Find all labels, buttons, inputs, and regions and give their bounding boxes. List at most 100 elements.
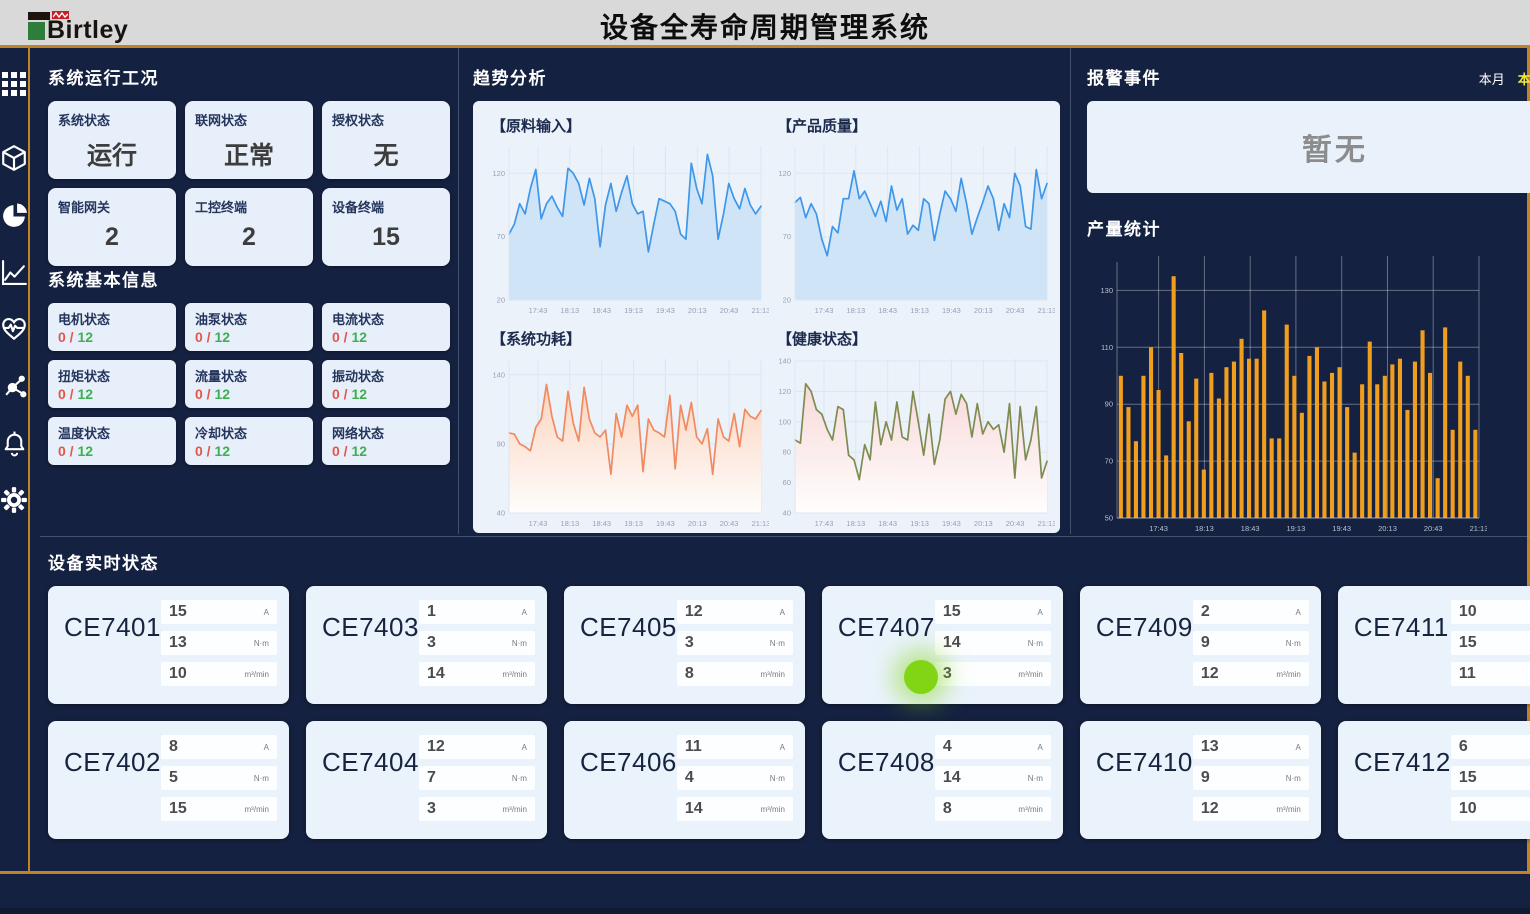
devices-title: 设备实时状态 xyxy=(48,549,1530,574)
device-card[interactable]: CE740611A4N·m14m³/min xyxy=(564,721,805,839)
device-metric-row: 10m³/min xyxy=(1451,797,1530,821)
info-card: 电流状态0 / 12 xyxy=(322,303,450,351)
info-card-value: 0 / 12 xyxy=(58,329,166,345)
device-card[interactable]: CE74031A3N·m14m³/min xyxy=(306,586,547,704)
svg-text:19:43: 19:43 xyxy=(942,519,961,528)
svg-text:19:43: 19:43 xyxy=(942,306,961,315)
trend-charts-container: 【原料输入】 207012017:4318:1318:4319:1319:432… xyxy=(473,101,1060,533)
cube-icon[interactable] xyxy=(0,144,28,172)
svg-text:90: 90 xyxy=(1105,400,1113,409)
svg-text:21:13: 21:13 xyxy=(1038,306,1055,315)
alarm-tab[interactable]: 本月 xyxy=(1479,69,1505,88)
device-metric-row: 12m³/min xyxy=(1193,797,1309,821)
health-status-chart: 【健康状态】 40608010012014017:4318:1318:4319:… xyxy=(769,326,1055,529)
device-card[interactable]: CE74092A9N·m12m³/min xyxy=(1080,586,1321,704)
status-card-value: 运行 xyxy=(58,136,166,172)
device-id: CE7402 xyxy=(64,747,161,829)
main-frame: 系统运行工况 系统状态运行联网状态正常授权状态无智能网关2工控终端2设备终端15… xyxy=(0,48,1530,874)
svg-text:50: 50 xyxy=(1105,514,1113,523)
device-metric-unit: m³/min xyxy=(502,805,526,814)
device-metric-row: 12A xyxy=(677,600,793,624)
device-metric-value: 2 xyxy=(1201,603,1210,621)
device-card[interactable]: CE74126A15N·m10m³/min xyxy=(1338,721,1530,839)
health-status-chart-title: 【健康状态】 xyxy=(777,328,1055,349)
svg-text:120: 120 xyxy=(492,169,505,178)
content-area: 系统运行工况 系统状态运行联网状态正常授权状态无智能网关2工控终端2设备终端15… xyxy=(30,48,1530,871)
device-metric-unit: A xyxy=(1296,743,1301,752)
device-metric-value: 7 xyxy=(427,769,436,787)
heart-pulse-icon[interactable] xyxy=(0,315,28,343)
bell-icon[interactable] xyxy=(0,429,28,457)
status-card-value: 正常 xyxy=(195,136,303,172)
svg-text:20:43: 20:43 xyxy=(1006,306,1025,315)
device-card[interactable]: CE74084A14N·m8m³/min xyxy=(822,721,1063,839)
device-metrics: 12A3N·m8m³/min xyxy=(677,600,793,694)
svg-text:19:43: 19:43 xyxy=(656,306,675,315)
device-metric-row: 4A xyxy=(935,735,1051,759)
svg-text:19:13: 19:13 xyxy=(1287,524,1306,533)
device-metric-value: 3 xyxy=(943,665,952,683)
device-card[interactable]: CE740412A7N·m3m³/min xyxy=(306,721,547,839)
device-metric-value: 3 xyxy=(427,800,436,818)
status-card: 联网状态正常 xyxy=(185,101,313,179)
device-card[interactable]: CE741110A15N·m11m³/min xyxy=(1338,586,1530,704)
device-metric-unit: m³/min xyxy=(760,670,784,679)
device-id: CE7404 xyxy=(322,747,419,829)
device-card[interactable]: CE74028A5N·m15m³/min xyxy=(48,721,289,839)
info-card: 扭矩状态0 / 12 xyxy=(48,360,176,408)
status-card-value: 2 xyxy=(58,223,166,252)
device-metric-row: 15N·m xyxy=(1451,631,1530,655)
svg-text:140: 140 xyxy=(492,370,505,379)
svg-text:90: 90 xyxy=(497,439,505,448)
device-metric-unit: A xyxy=(1038,743,1043,752)
device-metric-unit: m³/min xyxy=(502,670,526,679)
device-metric-value: 8 xyxy=(943,800,952,818)
system-info-grid: 电机状态0 / 12油泵状态0 / 12电流状态0 / 12扭矩状态0 / 12… xyxy=(48,303,450,465)
line-chart-icon[interactable] xyxy=(0,258,28,286)
svg-text:21:13: 21:13 xyxy=(752,306,769,315)
svg-text:20:13: 20:13 xyxy=(974,519,993,528)
device-metrics: 15A14N·m3m³/min xyxy=(935,600,1051,694)
device-metric-unit: m³/min xyxy=(1018,805,1042,814)
device-metric-value: 10 xyxy=(1459,603,1477,621)
svg-text:21:13: 21:13 xyxy=(752,519,769,528)
device-metric-unit: m³/min xyxy=(1276,670,1300,679)
device-metric-value: 1 xyxy=(427,603,436,621)
device-id: CE7403 xyxy=(322,612,419,694)
gear-icon[interactable] xyxy=(0,486,28,514)
device-card[interactable]: CE741013A9N·m12m³/min xyxy=(1080,721,1321,839)
device-card[interactable]: CE740115A13N·m10m³/min xyxy=(48,586,289,704)
devices-section: 设备实时状态 CE740115A13N·m10m³/minCE74031A3N·… xyxy=(40,536,1530,839)
svg-text:17:43: 17:43 xyxy=(815,519,834,528)
status-card: 系统状态运行 xyxy=(48,101,176,179)
device-metrics: 12A7N·m3m³/min xyxy=(419,735,535,829)
device-card[interactable]: CE740715A14N·m3m³/min xyxy=(822,586,1063,704)
apps-grid-icon[interactable] xyxy=(0,70,28,98)
svg-text:17:43: 17:43 xyxy=(529,306,548,315)
device-metric-row: 3N·m xyxy=(677,631,793,655)
raw-input-chart-title: 【原料输入】 xyxy=(491,115,769,136)
device-metric-value: 12 xyxy=(1201,800,1219,818)
svg-text:19:13: 19:13 xyxy=(624,519,643,528)
svg-text:18:43: 18:43 xyxy=(878,519,897,528)
device-metric-value: 10 xyxy=(1459,800,1477,818)
molecule-icon[interactable] xyxy=(0,372,28,400)
device-metrics: 11A4N·m14m³/min xyxy=(677,735,793,829)
sidebar-nav xyxy=(0,48,30,871)
svg-text:120: 120 xyxy=(778,387,791,396)
device-metric-unit: N·m xyxy=(512,639,527,648)
svg-text:20: 20 xyxy=(497,296,505,305)
svg-text:21:13: 21:13 xyxy=(1038,519,1055,528)
device-metric-value: 12 xyxy=(1201,665,1219,683)
device-id: CE7401 xyxy=(64,612,161,694)
raw-input-chart: 【原料输入】 207012017:4318:1318:4319:1319:432… xyxy=(483,113,769,316)
device-metric-row: 14N·m xyxy=(935,631,1051,655)
alarm-tab[interactable]: 本周 xyxy=(1518,69,1530,88)
svg-text:18:13: 18:13 xyxy=(560,306,579,315)
device-card[interactable]: CE740512A3N·m8m³/min xyxy=(564,586,805,704)
device-metric-value: 15 xyxy=(1459,769,1477,787)
svg-text:120: 120 xyxy=(778,169,791,178)
svg-text:18:13: 18:13 xyxy=(560,519,579,528)
pie-chart-icon[interactable] xyxy=(0,201,28,229)
info-card-label: 电机状态 xyxy=(58,309,166,328)
